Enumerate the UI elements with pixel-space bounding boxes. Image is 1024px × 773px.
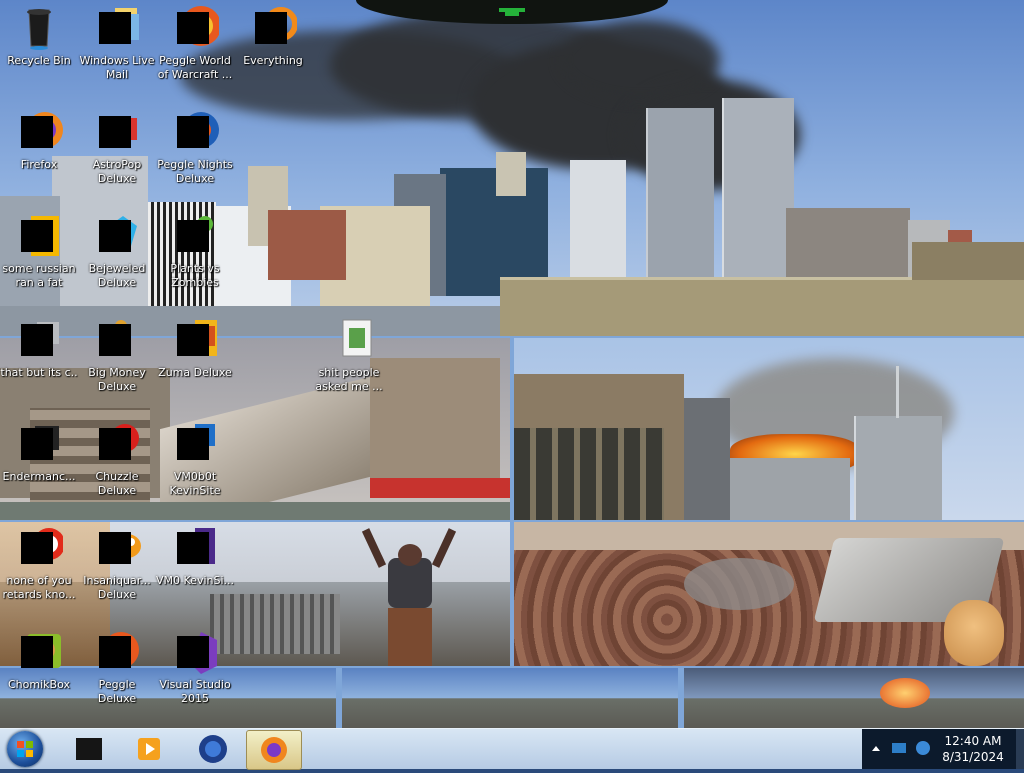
desktop-icon-plants-vs-zombies[interactable]: Plants vs Zombies <box>156 212 234 290</box>
taskbar-pinned-app-1[interactable] <box>62 730 116 768</box>
desktop-icon-chomikbox[interactable]: ChomikBox <box>0 628 78 692</box>
taskbar: 12:40 AM 8/31/2024 <box>0 728 1024 770</box>
hamster-icon <box>944 600 1004 666</box>
file-icon <box>15 316 63 364</box>
gadget-indicator-icon <box>499 8 525 16</box>
mail-icon <box>93 4 141 52</box>
desktop-icon-label: Insaniquar... Deluxe <box>83 574 151 601</box>
desktop-icon-label: none of you retards kno... <box>2 574 76 601</box>
desktop-icon-that-but-its[interactable]: that but its c.. <box>0 316 78 380</box>
globe-browser-icon <box>199 735 227 763</box>
desktop-icon-astropop[interactable]: AstroPop Deluxe <box>78 108 156 186</box>
desktop-icon-label: Peggle Nights Deluxe <box>157 158 233 185</box>
desktop-icon-label: shit people asked me ... <box>315 366 383 393</box>
clock-time: 12:40 AM <box>944 734 1002 748</box>
zuma-icon <box>171 316 219 364</box>
desktop-icon-peggle-deluxe[interactable]: Peggle Deluxe <box>78 628 156 706</box>
desktop-icon-label: that but its c.. <box>0 366 78 379</box>
desktop-icon-label: Visual Studio 2015 <box>159 678 231 705</box>
desktop-icon-label: ChomikBox <box>8 678 70 691</box>
desktop-icon-label: Big Money Deluxe <box>88 366 146 393</box>
plants-vs-zombies-icon <box>171 212 219 260</box>
folder-icon <box>325 316 373 364</box>
desktop-icon-bejeweled[interactable]: Bejeweled Deluxe <box>78 212 156 290</box>
desktop-icon-vm0-kevinsi[interactable]: VM0 KevinSi... <box>156 524 234 588</box>
desktop-icon-peggle-nights[interactable]: Peggle Nights Deluxe <box>156 108 234 186</box>
firefox-icon <box>15 108 63 156</box>
taskbar-pinned-app-3[interactable] <box>186 730 240 768</box>
windows-start-orb-icon[interactable] <box>7 731 43 767</box>
desktop-icon-big-money[interactable]: Big Money Deluxe <box>78 316 156 394</box>
vm-icon <box>171 524 219 572</box>
desktop-icon-chuzzle[interactable]: Chuzzle Deluxe <box>78 420 156 498</box>
desktop-icon-visual-studio[interactable]: Visual Studio 2015 <box>156 628 234 706</box>
chomikbox-icon <box>15 628 63 676</box>
desktop-icon-endermanc[interactable]: Endermanc... <box>0 420 78 484</box>
desktop-icon-label: AstroPop Deluxe <box>92 158 142 185</box>
wallpaper-strip-panel-2 <box>342 668 678 728</box>
desktop-icon-label: Peggle Deluxe <box>97 678 137 705</box>
desktop-icon-zuma[interactable]: Zuma Deluxe <box>156 316 234 380</box>
desktop-icon-recycle-bin[interactable]: Recycle Bin <box>0 4 78 68</box>
desktop-icon-firefox[interactable]: Firefox <box>0 108 78 172</box>
desktop-icon-label: Firefox <box>20 158 58 171</box>
recycle-bin-icon <box>15 4 63 52</box>
everything-icon <box>249 4 298 52</box>
desktop-icon-some-russian[interactable]: e some russian ran a fat <box>0 212 78 290</box>
desktop-background[interactable]: Recycle Bin Firefox e some russian ran a… <box>0 0 1024 728</box>
firefox-icon <box>261 737 287 763</box>
network-icon[interactable] <box>890 739 908 757</box>
taskbar-clock[interactable]: 12:40 AM 8/31/2024 <box>930 733 1016 765</box>
bejeweled-icon <box>93 212 141 260</box>
wallpaper-burning-tower-panel <box>514 338 1024 520</box>
wallpaper-strip-panel-3 <box>684 668 1024 728</box>
desktop-icon-label: Peggle World of Warcraft ... <box>157 54 233 81</box>
desktop-icon-vm0b0t[interactable]: VM0b0t KevinSite <box>156 420 234 498</box>
desktop-icon-label: Chuzzle Deluxe <box>95 470 139 497</box>
desktop-icon-label: Windows Live Mail <box>79 54 155 81</box>
desktop-icon-label: some russian ran a fat <box>2 262 76 289</box>
desktop-icon-shit-people-asked[interactable]: shit people asked me ... <box>310 316 388 394</box>
wallpaper-excavation-panel <box>514 522 1024 666</box>
visual-studio-icon <box>171 628 219 676</box>
big-money-icon <box>93 316 141 364</box>
media-player-icon <box>138 738 160 760</box>
desktop-icon-label: Plants vs Zombies <box>170 262 220 289</box>
desktop-icon-none-of-you[interactable]: none of you retards kno... <box>0 524 78 602</box>
taskbar-pinned-app-firefox[interactable] <box>246 730 302 770</box>
insaniquarium-icon <box>93 524 141 572</box>
astropop-icon <box>93 108 141 156</box>
desktop-icon-label: Bejeweled Deluxe <box>88 262 146 289</box>
desktop-icon-everything[interactable]: Everything <box>234 4 312 68</box>
desktop-icon-peggle-wow[interactable]: Peggle World of Warcraft ... <box>156 4 234 82</box>
desktop-icon-insaniquarium[interactable]: Insaniquar... Deluxe <box>78 524 156 602</box>
desktop-icon-label: Everything <box>243 54 303 67</box>
file-icon <box>15 524 65 572</box>
peggle-icon <box>93 628 141 676</box>
vm-icon <box>171 420 219 468</box>
file-icon: e <box>15 212 63 260</box>
file-icon <box>15 420 63 468</box>
peggle-nights-icon <box>171 108 219 156</box>
taskbar-pinned-app-2[interactable] <box>122 730 176 768</box>
show-hidden-icons-chevron[interactable] <box>870 743 882 755</box>
desktop-icon-label: VM0 KevinSi... <box>156 574 235 587</box>
chuzzle-icon <box>93 420 141 468</box>
clock-date: 8/31/2024 <box>942 750 1004 764</box>
desktop-icon-label: Zuma Deluxe <box>158 366 232 379</box>
desktop-icon-windows-live-mail[interactable]: Windows Live Mail <box>78 4 156 82</box>
peggle-icon <box>171 4 221 52</box>
desktop-icon-label: Recycle Bin <box>7 54 71 67</box>
show-desktop-button[interactable] <box>1016 729 1024 769</box>
dark-app-icon <box>76 738 102 760</box>
desktop-icon-label: VM0b0t KevinSite <box>169 470 221 497</box>
desktop-icon-label: Endermanc... <box>2 470 76 483</box>
